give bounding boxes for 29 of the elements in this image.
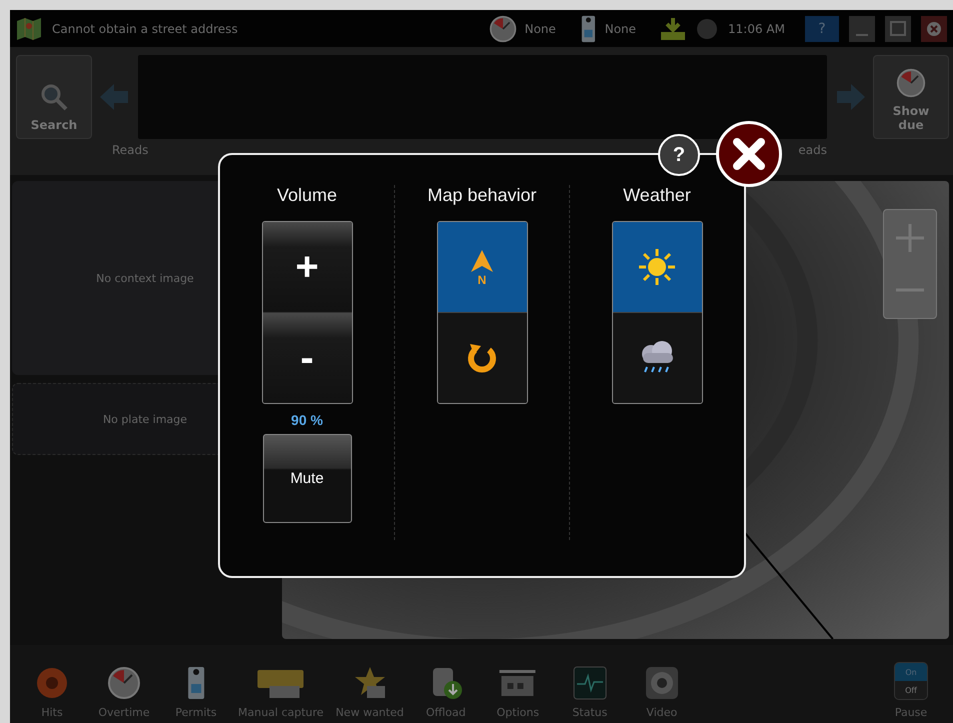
placeholder-text: No plate image (102, 412, 188, 426)
volume-reading: 90 % (291, 412, 323, 428)
show-due-button[interactable]: Show due (873, 55, 949, 139)
toolbar-button[interactable]: Permits (160, 666, 232, 719)
toolbar-button[interactable]: Options (482, 666, 554, 719)
toolbar-button[interactable]: Manual capture (232, 666, 330, 719)
section-title: Volume (276, 185, 338, 207)
clock-time: 11:06 AM (728, 22, 785, 36)
reads-label: eads (798, 143, 827, 157)
mute-button[interactable]: Mute (262, 434, 352, 523)
toolbar-button[interactable]: Offload (410, 666, 482, 719)
toolbar-button[interactable]: New wanted (330, 666, 410, 719)
search-button[interactable]: Search (16, 55, 92, 139)
volume-up-button[interactable]: + (262, 222, 352, 312)
toolbar-button[interactable]: Hits (16, 666, 88, 719)
toolbar-button[interactable]: Overtime (88, 666, 160, 719)
toolbar-button[interactable]: Video (626, 666, 698, 719)
pause-button[interactable]: On Off Pause (875, 662, 947, 719)
indicator-text: None (604, 22, 636, 36)
help-button[interactable]: ? (805, 16, 839, 42)
option-button[interactable]: N (438, 222, 526, 312)
toolbar-button[interactable]: Status (554, 666, 626, 719)
status-text: Cannot obtain a street address (52, 22, 238, 36)
volume-down-button[interactable]: - (262, 312, 352, 403)
placeholder-text: No context image (96, 272, 194, 284)
section-title: Weather (623, 185, 691, 207)
reads-label: Reads (112, 143, 148, 157)
indicator-text: None (524, 22, 556, 36)
section-title: Map behavior (427, 185, 537, 207)
